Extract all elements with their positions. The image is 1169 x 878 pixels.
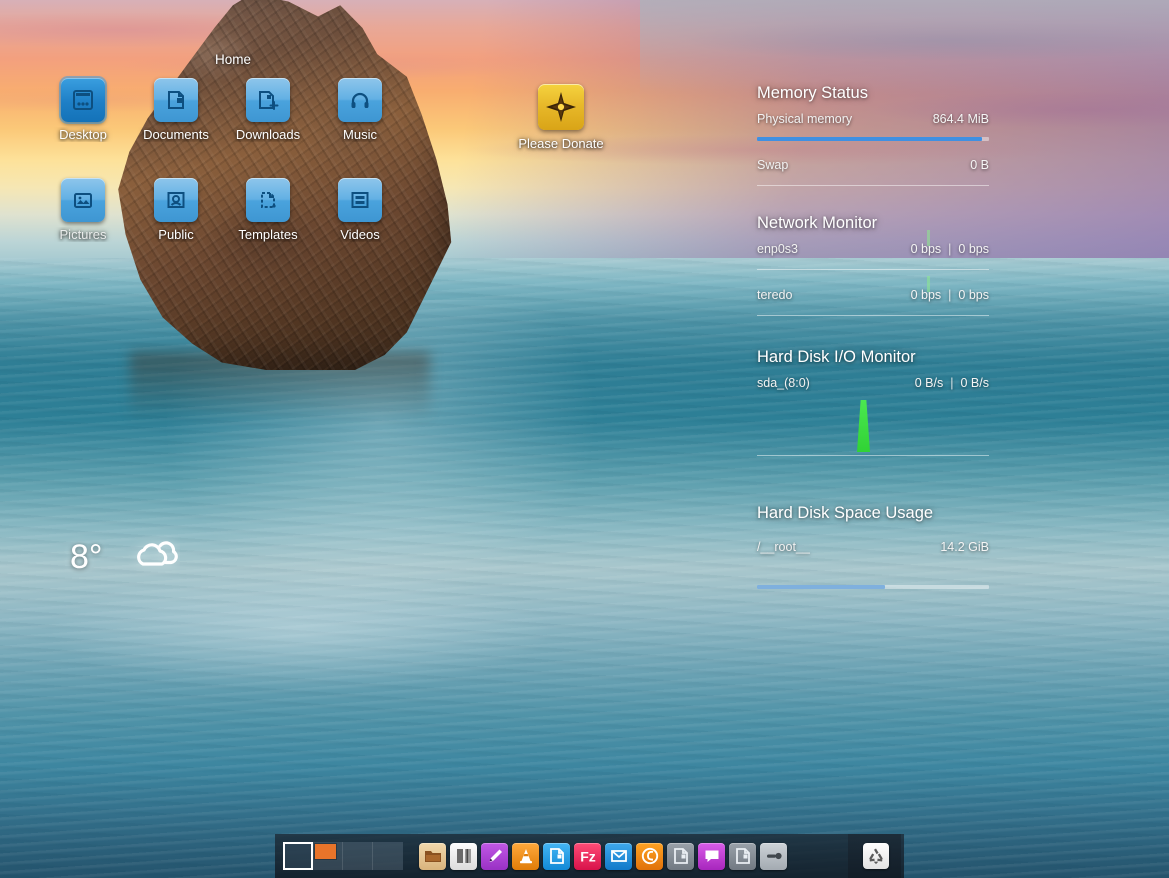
desktop-icon-label: Public	[158, 227, 194, 242]
memory-swap-label: Swap	[757, 158, 789, 172]
desktop-icon-label: Music	[343, 127, 377, 142]
network-teredo-out: 0 bps	[958, 288, 989, 302]
disk-io-spike	[857, 400, 870, 452]
disk-space-bar-fill	[757, 585, 885, 589]
firefox-browser-icon[interactable]	[636, 842, 663, 870]
memory-swap-value: 0 B	[970, 158, 989, 172]
disk-space-widget: Hard Disk Space Usage /__root__ 14.2 GiB	[757, 504, 989, 589]
home-folder-label: Home	[214, 52, 251, 67]
downloads-folder-icon	[246, 78, 290, 122]
disk-io-sda-label: sda_(8:0)	[757, 376, 810, 390]
network-activity-tick	[927, 230, 930, 246]
vlc-media-icon[interactable]	[512, 842, 539, 870]
workspace-3[interactable]	[343, 842, 373, 870]
disk-space-bar-track	[757, 585, 989, 589]
network-enp0s3-in: 0 bps	[910, 242, 942, 256]
disk-io-graph	[757, 400, 989, 452]
memory-status-widget: Memory Status Physical memory 864.4 MiB …	[757, 84, 989, 186]
disk-io-sda-write: 0 B/s	[960, 376, 990, 390]
memory-row-physical: Physical memory 864.4 MiB	[757, 112, 989, 141]
network-monitor-widget: Network Monitor enp0s3 0 bps | 0 bps ter…	[757, 214, 989, 316]
desktop-icon-label: Videos	[340, 227, 380, 242]
desktop-icon-downloads[interactable]: Downloads	[215, 78, 321, 142]
workspace-2[interactable]	[313, 842, 343, 870]
taskbar-trash-area	[848, 834, 904, 878]
desktop-icon-music[interactable]: Music	[307, 78, 413, 142]
network-separator: |	[948, 242, 952, 256]
desktop-icon-documents[interactable]: Documents	[123, 78, 229, 142]
taskbar-launchers: Fz	[419, 842, 787, 870]
desktop-icon-layer: Home Desktop Documents Downloads Music P…	[0, 0, 1169, 878]
desktop-icon-public[interactable]: Public	[123, 178, 229, 242]
donate-star-icon	[538, 84, 584, 130]
archive-manager-icon[interactable]	[667, 842, 694, 870]
network-monitor-title: Network Monitor	[757, 214, 878, 232]
network-enp0s3-out: 0 bps	[958, 242, 989, 256]
disk-space-title: Hard Disk Space Usage	[757, 504, 934, 522]
disk-io-sda-read: 0 B/s	[914, 376, 944, 390]
disk-io-row-sda: sda_(8:0) 0 B/s | 0 B/s	[757, 376, 989, 456]
desktop-icon-label: Documents	[143, 127, 209, 142]
paint-brush-icon[interactable]	[481, 842, 508, 870]
file-browser-icon[interactable]	[543, 842, 570, 870]
mail-client-icon[interactable]	[605, 842, 632, 870]
desktop-icon-videos[interactable]: Videos	[307, 178, 413, 242]
desktop-icon-label: Desktop	[59, 127, 107, 142]
network-teredo-label: teredo	[757, 288, 793, 302]
desktop-icon-label: Templates	[238, 227, 298, 242]
desktop-icon-donate[interactable]: Please Donate	[508, 84, 614, 151]
videos-folder-icon	[338, 178, 382, 222]
workspace-1[interactable]	[283, 842, 313, 870]
network-separator: |	[948, 288, 952, 302]
file-manager-icon[interactable]	[419, 842, 446, 870]
memory-status-title: Memory Status	[757, 84, 868, 102]
network-teredo-in: 0 bps	[910, 288, 942, 302]
cloudy-icon	[120, 534, 180, 581]
memory-physical-bar-fill	[757, 137, 983, 141]
desktop-icon-label: Pictures	[59, 227, 107, 242]
system-monitor-panel: Memory Status Physical memory 864.4 MiB …	[757, 84, 989, 589]
workspace-window-preview	[315, 844, 336, 859]
disk-io-separator: |	[950, 376, 954, 390]
network-activity-tick	[927, 276, 930, 292]
desktop-icon-label: Downloads	[235, 127, 301, 142]
chat-client-icon[interactable]	[698, 842, 725, 870]
public-folder-icon	[154, 178, 198, 222]
filezilla-icon[interactable]: Fz	[574, 842, 601, 870]
memory-physical-label: Physical memory	[757, 112, 853, 126]
taskbar-panel: Fz	[275, 834, 901, 878]
music-folder-icon	[338, 78, 382, 122]
workspace-switcher[interactable]	[283, 842, 403, 870]
desktop-icon-desktop[interactable]: Desktop	[30, 78, 136, 142]
network-teredo-line	[757, 315, 989, 316]
memory-physical-bar-track	[757, 137, 989, 141]
documents-folder-icon	[154, 78, 198, 122]
weather-widget[interactable]: 8°	[70, 534, 180, 581]
svg-text:Fz: Fz	[580, 849, 596, 865]
desktop-folder-icon	[61, 78, 105, 122]
network-enp0s3-line	[757, 269, 989, 270]
disk-space-root-value: 14.2 GiB	[940, 540, 989, 554]
pictures-folder-icon	[61, 178, 105, 222]
desktop-icon-pictures[interactable]: Pictures	[30, 178, 136, 242]
network-row-teredo: teredo 0 bps | 0 bps	[757, 276, 989, 316]
disk-io-title: Hard Disk I/O Monitor	[757, 348, 916, 366]
text-editor-icon[interactable]	[450, 842, 477, 870]
media-player-icon[interactable]	[760, 842, 787, 870]
disk-space-root-label: /__root__	[757, 540, 810, 554]
disk-space-row-root: /__root__ 14.2 GiB	[757, 540, 989, 589]
disk-io-monitor-widget: Hard Disk I/O Monitor sda_(8:0) 0 B/s | …	[757, 348, 989, 456]
document-viewer-icon[interactable]	[729, 842, 756, 870]
desktop-icon-templates[interactable]: Templates	[215, 178, 321, 242]
memory-row-swap: Swap 0 B	[757, 158, 989, 186]
workspace-4[interactable]	[373, 842, 403, 870]
network-row-enp0s3: enp0s3 0 bps | 0 bps	[757, 230, 989, 270]
memory-physical-value: 864.4 MiB	[932, 112, 989, 126]
network-enp0s3-label: enp0s3	[757, 242, 799, 256]
donate-icon-label: Please Donate	[518, 136, 604, 151]
trash-icon[interactable]	[863, 843, 889, 869]
weather-temperature: 8°	[70, 538, 103, 576]
templates-folder-icon	[246, 178, 290, 222]
